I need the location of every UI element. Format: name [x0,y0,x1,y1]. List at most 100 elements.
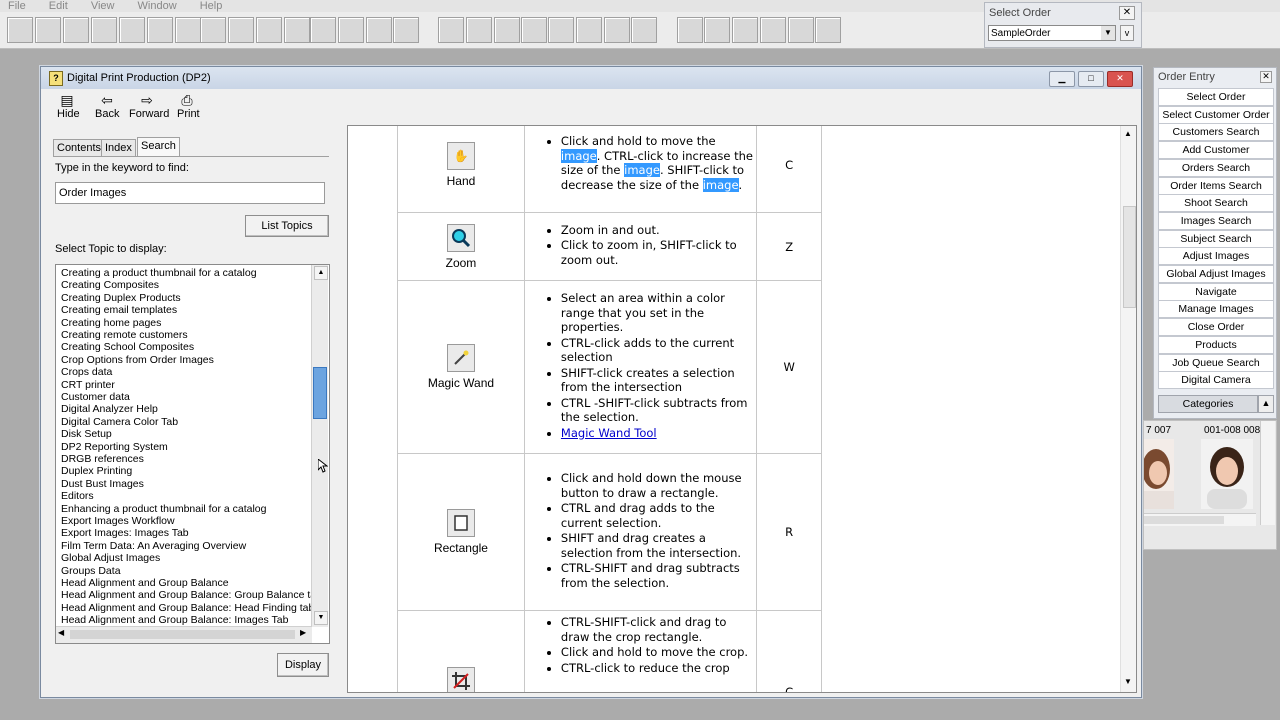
toolbar-button-22[interactable] [631,17,657,43]
close-icon[interactable]: ✕ [1107,71,1133,87]
tab-search[interactable]: Search [137,137,180,157]
toolbar-button-1[interactable] [7,17,33,43]
topic-list-item[interactable]: Digital Analyzer Help [61,403,158,415]
chevron-up-icon[interactable]: ▲ [1258,395,1274,413]
toolbar-button-13[interactable] [338,17,364,43]
order-entry-button-images-search[interactable]: Images Search [1158,211,1274,230]
thumbnail-scroll-thumb[interactable] [1144,516,1224,524]
topic-list-item[interactable]: Editors [61,490,94,502]
order-entry-button-digital-camera[interactable]: Digital Camera [1158,371,1274,390]
toolbar-button-14[interactable] [366,17,392,43]
topic-list-item[interactable]: Creating School Composites [61,341,194,353]
topic-list-item[interactable]: Export Images Workflow [61,515,175,527]
menu-help[interactable]: Help [200,1,223,12]
topic-list-item[interactable]: Duplex Printing [61,465,132,477]
maximize-icon[interactable]: □ [1078,71,1104,87]
topic-list-item[interactable]: Export Images: Images Tab [61,527,189,539]
toolbar-button-12[interactable] [310,17,336,43]
toolbar-button-3[interactable] [63,17,89,43]
order-go-button[interactable]: v [1120,25,1134,41]
topic-list-item[interactable]: Enhancing a product thumbnail for a cata… [61,503,266,515]
topic-list-item[interactable]: Head Alignment and Group Balance: Images… [61,614,288,626]
topic-list-vertical-scrollbar[interactable]: ▲ ▼ [311,265,328,627]
order-entry-button-customers-search[interactable]: Customers Search [1158,123,1274,142]
toolbar-button-7[interactable] [175,17,201,43]
print-button[interactable]: ⎙ Print [177,92,200,120]
chevron-down-icon[interactable]: ▼ [1101,26,1115,40]
order-entry-button-manage-images[interactable]: Manage Images [1158,300,1274,319]
order-entry-button-adjust-images[interactable]: Adjust Images [1158,247,1274,266]
order-select[interactable]: SampleOrder ▼ [988,25,1116,41]
toolbar-button-20[interactable] [576,17,602,43]
topic-list-horizontal-scrollbar[interactable]: ◀ ▶ [56,626,312,643]
order-entry-button-order-items-search[interactable]: Order Items Search [1158,176,1274,195]
scroll-down-icon[interactable]: ▼ [314,611,328,625]
toolbar-button-6[interactable] [147,17,173,43]
topic-list-item[interactable]: Creating remote customers [61,329,188,341]
list-topics-button[interactable]: List Topics [245,215,329,237]
order-entry-button-close-order[interactable]: Close Order [1158,318,1274,337]
order-entry-button-shoot-search[interactable]: Shoot Search [1158,194,1274,213]
order-entry-button-navigate[interactable]: Navigate [1158,282,1274,301]
order-entry-button-job-queue-search[interactable]: Job Queue Search [1158,353,1274,372]
topic-list-item[interactable]: Global Adjust Images [61,552,160,564]
topic-list-item[interactable]: Head Alignment and Group Balance: Group … [61,589,322,601]
topic-list-item[interactable]: DRGB references [61,453,144,465]
toolbar-button-15[interactable] [438,17,464,43]
topic-list-item[interactable]: CRT printer [61,379,115,391]
topic-list-item[interactable]: Creating home pages [61,317,161,329]
toolbar-button-11[interactable] [284,17,310,43]
toolbar-button-28[interactable] [815,17,841,43]
toolbar-button-23[interactable] [677,17,703,43]
scroll-right-icon[interactable]: ▶ [300,628,306,637]
topic-list-item[interactable]: Film Term Data: An Averaging Overview [61,540,246,552]
scroll-thumb[interactable] [313,367,327,419]
tab-index[interactable]: Index [101,139,136,157]
thumbnail-scrollbar[interactable] [1144,513,1256,526]
topic-list-item[interactable]: Groups Data [61,565,121,577]
menu-edit[interactable]: Edit [49,1,68,12]
toolbar-button-21[interactable] [604,17,630,43]
forward-button[interactable]: ⇨ Forward [129,92,169,120]
stop-button[interactable] [393,17,419,43]
topic-list-item[interactable]: Dust Bust Images [61,478,144,490]
scroll-left-icon[interactable]: ◀ [58,628,64,637]
display-button[interactable]: Display [277,653,329,677]
toolbar-button-5[interactable] [119,17,145,43]
hide-button[interactable]: ▤ Hide [57,92,80,120]
toolbar-button-17[interactable] [494,17,520,43]
order-entry-button-select-customer-order[interactable]: Select Customer Order [1158,105,1274,124]
toolbar-button-8[interactable] [200,17,226,43]
magic-wand-tool-link[interactable]: Magic Wand Tool [561,426,657,440]
menu-window[interactable]: Window [138,1,177,12]
toolbar-button-10[interactable] [256,17,282,43]
topic-list-item[interactable]: Creating email templates [61,304,177,316]
toolbar-button-9[interactable] [228,17,254,43]
thumbnail-image[interactable] [1201,439,1253,509]
close-icon[interactable]: ✕ [1119,6,1135,20]
scroll-up-icon[interactable]: ▲ [1124,129,1132,138]
order-entry-button-add-customer[interactable]: Add Customer [1158,141,1274,160]
toolbar-button-25[interactable] [732,17,758,43]
order-entry-button-orders-search[interactable]: Orders Search [1158,158,1274,177]
scroll-up-icon[interactable]: ▲ [314,266,328,280]
topic-list-item[interactable]: Creating a product thumbnail for a catal… [61,267,257,279]
topic-list-item[interactable]: Customer data [61,391,130,403]
topic-list-item[interactable]: Creating Composites [61,279,159,291]
topic-list-item[interactable]: Head Alignment and Group Balance [61,577,229,589]
toolbar-button-19[interactable] [548,17,574,43]
tab-contents[interactable]: Contents [53,139,106,157]
back-button[interactable]: ⇦ Back [95,92,119,120]
categories-button[interactable]: Categories [1158,395,1258,413]
toolbar-button-4[interactable] [91,17,117,43]
topic-list-item[interactable]: Creating Duplex Products [61,292,181,304]
toolbar-button-27[interactable] [788,17,814,43]
scroll-down-icon[interactable]: ▼ [1124,677,1132,686]
topic-list-item[interactable]: DP2 Reporting System [61,441,168,453]
content-vertical-scrollbar[interactable]: ▲ ▼ [1120,126,1136,692]
toolbar-button-24[interactable] [704,17,730,43]
minimize-icon[interactable]: ▁ [1049,71,1075,87]
toolbar-button-26[interactable] [760,17,786,43]
menu-view[interactable]: View [91,1,115,12]
topic-list-item[interactable]: Crops data [61,366,112,378]
